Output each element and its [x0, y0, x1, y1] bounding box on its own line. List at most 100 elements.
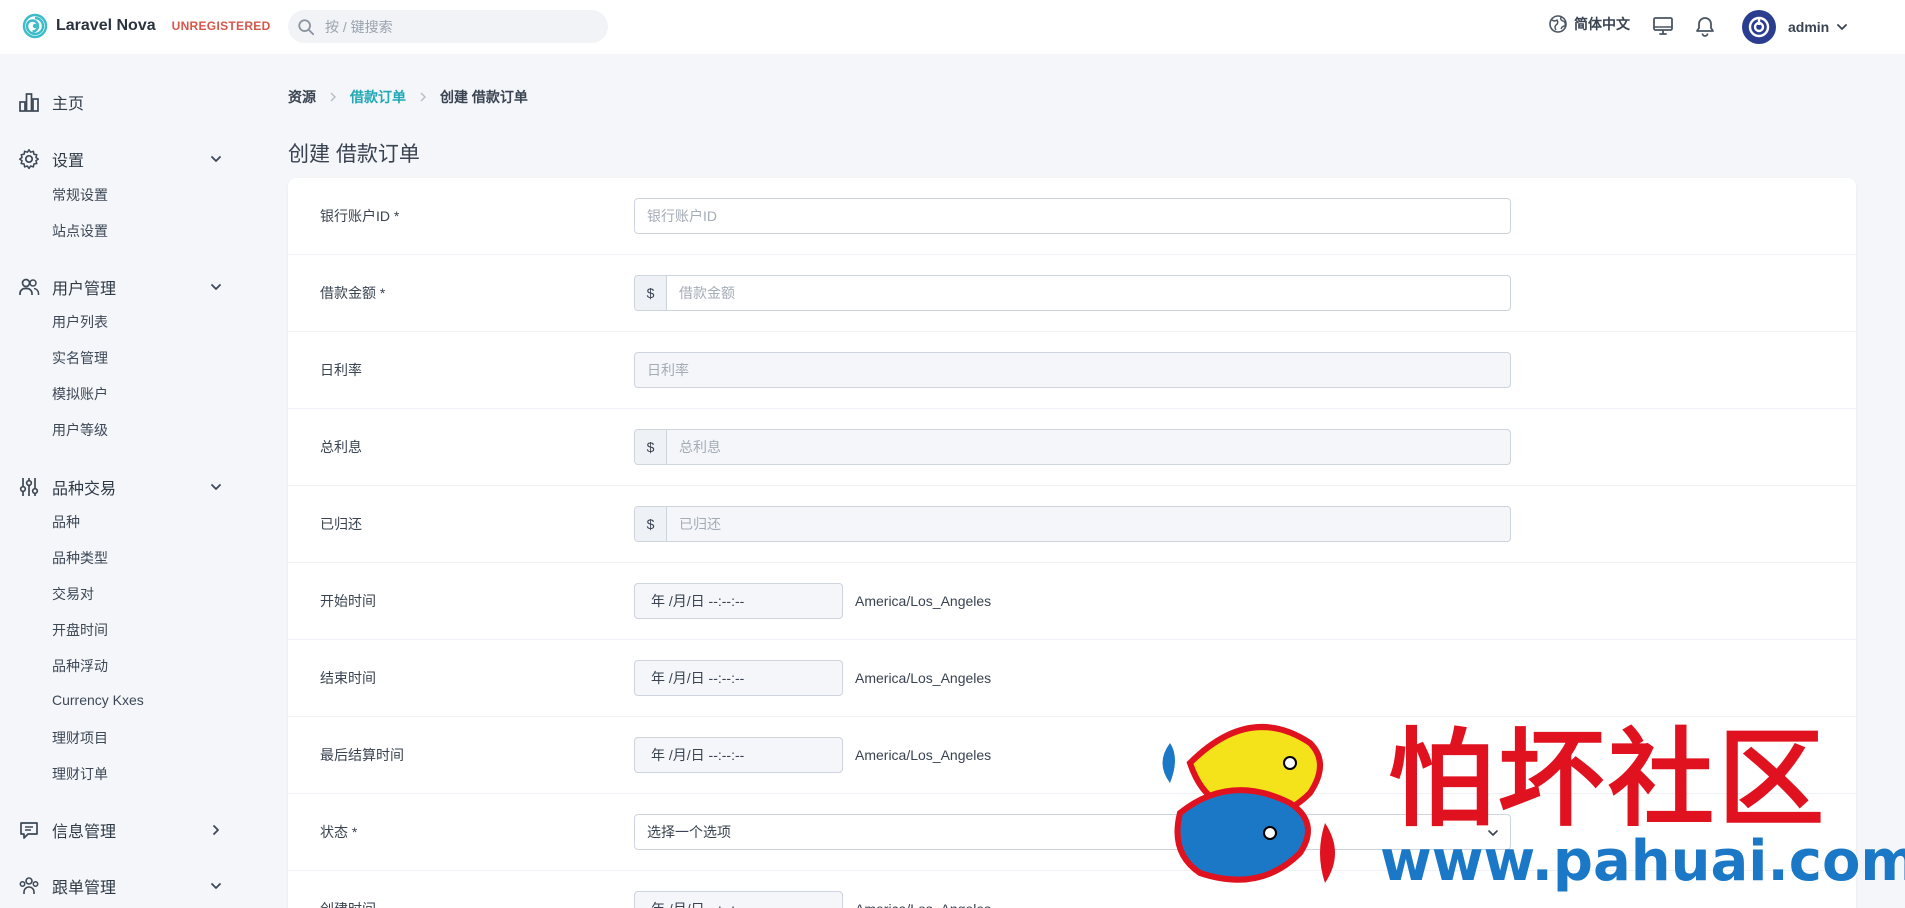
repaid-field[interactable]: $	[634, 506, 1511, 542]
field-label: 银行账户ID *	[320, 208, 400, 224]
sidebar-item-opening-hours[interactable]: 开盘时间	[52, 620, 108, 640]
monitor-icon[interactable]	[1652, 15, 1674, 37]
language-switcher[interactable]: 简体中文	[1548, 14, 1630, 34]
created-at-picker[interactable]: 年 /月/日 --:--:--	[634, 891, 843, 908]
sidebar-item-general-settings[interactable]: 常规设置	[52, 185, 108, 205]
sliders-icon	[19, 478, 39, 496]
unregistered-badge: UNREGISTERED	[171, 19, 271, 33]
sidebar-group-copy-trading[interactable]: 跟单管理	[18, 874, 223, 898]
chevron-right-icon	[213, 825, 219, 835]
users-icon	[19, 278, 40, 295]
field-label: 状态 *	[320, 824, 358, 840]
field-label: 结束时间	[320, 670, 376, 686]
field-label: 日利率	[320, 362, 362, 378]
field-label: 创建时间	[320, 899, 376, 908]
globe-icon	[1549, 15, 1567, 33]
sidebar-item-symbol-types[interactable]: 品种类型	[52, 548, 108, 568]
user-menu[interactable]: admin	[1742, 10, 1849, 44]
sidebar-item-site-settings[interactable]: 站点设置	[52, 221, 108, 241]
sidebar-item-wealth-orders[interactable]: 理财订单	[52, 764, 108, 784]
total-interest-input[interactable]	[667, 430, 1510, 464]
sidebar-item-user-levels[interactable]: 用户等级	[52, 420, 108, 440]
sidebar-item-symbols[interactable]: 品种	[52, 512, 80, 532]
watermark-url: www.pahuai.com	[1380, 829, 1905, 894]
form-row-loan-amount: 借款金额 * $	[288, 255, 1856, 332]
total-interest-field[interactable]: $	[634, 429, 1511, 465]
timezone-label: America/Los_Angeles	[855, 593, 992, 609]
form-row-repaid: 已归还 $	[288, 486, 1856, 563]
user-name: admin	[1788, 19, 1830, 35]
form-row-daily-rate: 日利率	[288, 332, 1856, 409]
timezone-label: America/Los_Angeles	[855, 747, 992, 763]
sidebar-group-label: 品种交易	[52, 481, 117, 498]
sidebar-group-label: 跟单管理	[52, 880, 117, 897]
sidebar-group-label: 用户管理	[52, 281, 117, 298]
chevron-down-icon	[1837, 24, 1848, 30]
start-time-picker[interactable]: 年 /月/日 --:--:--	[634, 583, 843, 619]
brand-name: Laravel Nova	[56, 17, 156, 34]
daily-rate-input[interactable]	[635, 353, 1510, 387]
top-bar: Laravel Nova UNREGISTERED 简体中文	[0, 0, 1905, 54]
loan-amount-field[interactable]: $	[634, 275, 1511, 311]
avatar	[1742, 10, 1776, 44]
chevron-down-icon	[211, 883, 221, 889]
sidebar-item-demo-accounts[interactable]: 模拟账户	[52, 384, 108, 404]
repaid-input[interactable]	[667, 507, 1510, 541]
bank-account-id-field[interactable]	[634, 198, 1511, 234]
search-icon	[298, 18, 315, 35]
watermark: 怕坏社区 www.pahuai.com	[1150, 693, 1905, 908]
chevron-right-icon	[420, 92, 426, 102]
page-title: 创建 借款订单	[288, 143, 420, 166]
sidebar-group-messages[interactable]: 信息管理	[18, 818, 223, 842]
power-icon	[1748, 16, 1770, 38]
sidebar-group-users[interactable]: 用户管理	[18, 275, 223, 299]
chevron-down-icon	[211, 284, 221, 290]
form-row-total-interest: 总利息 $	[288, 409, 1856, 486]
chevron-down-icon	[211, 156, 221, 162]
fish-logo-icon	[1162, 724, 1335, 883]
sidebar-item-home[interactable]: 主页	[18, 90, 223, 114]
chevron-right-icon	[330, 92, 336, 102]
timezone-label: America/Los_Angeles	[855, 670, 992, 686]
field-label: 总利息	[320, 439, 362, 455]
field-label: 已归还	[320, 516, 362, 532]
sidebar-item-symbol-float[interactable]: 品种浮动	[52, 656, 108, 676]
bank-account-id-input[interactable]	[635, 199, 1510, 233]
search-input[interactable]	[325, 18, 595, 35]
breadcrumb-current: 创建 借款订单	[440, 89, 528, 105]
chevron-down-icon	[211, 484, 221, 490]
field-label: 开始时间	[320, 593, 376, 609]
currency-prefix: $	[635, 430, 667, 464]
team-icon	[19, 877, 39, 894]
sidebar: 主页 设置 常规设置 站点设置 用户管理 用户列表 实名管理 模拟账户 用户等级	[0, 54, 260, 908]
breadcrumb-resources[interactable]: 资源	[288, 87, 316, 107]
bar-chart-icon	[19, 93, 39, 112]
form-row-start-time: 开始时间 年 /月/日 --:--:-- America/Los_Angeles	[288, 563, 1856, 640]
sidebar-item-kyc[interactable]: 实名管理	[52, 348, 108, 368]
sidebar-group-settings[interactable]: 设置	[18, 147, 223, 171]
sidebar-group-trading[interactable]: 品种交易	[18, 475, 223, 499]
field-label: 借款金额 *	[320, 285, 386, 301]
sidebar-home-label: 主页	[52, 96, 85, 113]
gear-icon	[18, 149, 40, 170]
sidebar-item-user-list[interactable]: 用户列表	[52, 312, 108, 332]
sidebar-item-trading-pairs[interactable]: 交易对	[52, 584, 94, 604]
last-settlement-picker[interactable]: 年 /月/日 --:--:--	[634, 737, 843, 773]
form-row-bank-account: 银行账户ID *	[288, 178, 1856, 255]
sidebar-item-wealth-products[interactable]: 理财项目	[52, 728, 108, 748]
daily-rate-field[interactable]	[634, 352, 1511, 388]
breadcrumb: 资源 借款订单 创建 借款订单	[288, 87, 528, 107]
global-search[interactable]	[288, 10, 608, 43]
timezone-label: America/Los_Angeles	[855, 901, 991, 908]
sidebar-group-label: 信息管理	[52, 824, 117, 841]
end-time-picker[interactable]: 年 /月/日 --:--:--	[634, 660, 843, 696]
field-label: 最后结算时间	[320, 747, 404, 763]
breadcrumb-loan-orders[interactable]: 借款订单	[350, 87, 406, 107]
loan-amount-input[interactable]	[667, 276, 1510, 310]
nova-logo-icon	[22, 13, 48, 39]
brand[interactable]: Laravel Nova UNREGISTERED	[22, 13, 271, 39]
bell-icon[interactable]	[1694, 15, 1716, 37]
status-select-value: 选择一个选项	[647, 824, 731, 840]
sidebar-item-currency-kxes[interactable]: Currency Kxes	[52, 692, 144, 708]
language-label: 简体中文	[1574, 16, 1630, 32]
